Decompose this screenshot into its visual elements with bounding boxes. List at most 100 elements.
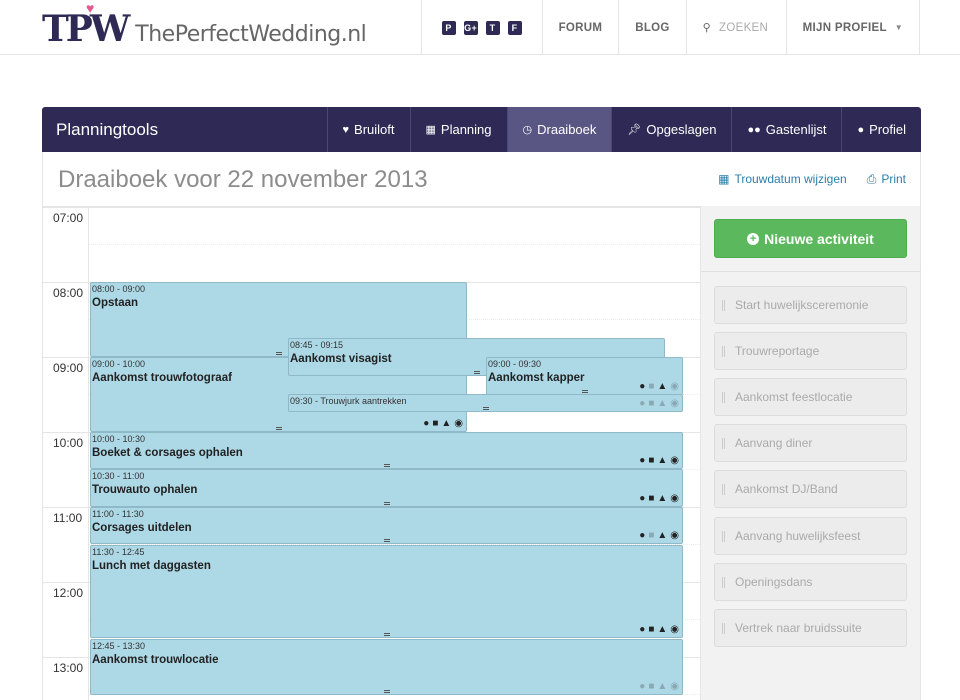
event-icons: ● ■ ▲ ◉ [639, 455, 679, 466]
user-icon[interactable]: ▲ [441, 418, 451, 429]
resize-handle[interactable] [384, 633, 390, 636]
event-icons: ● ■ ▲ ◉ [639, 530, 679, 541]
resize-handle[interactable] [384, 464, 390, 467]
user-icon[interactable]: ▲ [657, 493, 667, 504]
resize-handle[interactable] [384, 502, 390, 505]
event-name: Lunch met daggasten [92, 560, 211, 572]
print-link[interactable]: ⎙ Print [867, 172, 906, 187]
nav-my-profile[interactable]: MIJN PROFIEL ▼ [785, 0, 920, 55]
change-date-link[interactable]: ▦ Trouwdatum wijzigen [718, 172, 847, 187]
comment-icon[interactable]: ● [639, 455, 645, 466]
event-name: Corsages uitdelen [92, 522, 192, 534]
comment-icon[interactable]: ● [639, 493, 645, 504]
user-icon[interactable]: ▲ [657, 624, 667, 635]
location-icon[interactable]: ◉ [670, 455, 679, 466]
event-name: Aankomst trouwlocatie [92, 654, 219, 666]
resize-handle[interactable] [276, 427, 282, 430]
resize-handle[interactable] [384, 690, 390, 693]
tab-label: Draaiboek [537, 122, 597, 137]
briefcase-icon[interactable]: ■ [648, 381, 654, 392]
new-activity-button[interactable]: + Nieuwe activiteit [714, 219, 907, 258]
resize-handle[interactable] [582, 390, 588, 393]
event-name: Trouwauto ophalen [92, 484, 198, 496]
event-name: Aankomst visagist [290, 353, 392, 365]
briefcase-icon[interactable]: ■ [432, 418, 438, 429]
event-boeket-corsages[interactable]: 10:00 - 10:30 Boeket & corsages ophalen … [90, 432, 683, 469]
hour-label: 09:00 [53, 361, 84, 375]
user-icon[interactable]: ▲ [657, 381, 667, 392]
twitter-icon[interactable]: t [485, 20, 500, 35]
activity-item[interactable]: Start huwelijksceremonie [714, 286, 907, 324]
tab-bruiloft[interactable]: ♥ Bruiloft [326, 107, 410, 152]
activity-item[interactable]: Vertrek naar bruidssuite [714, 609, 907, 647]
tab-draaiboek[interactable]: ◷ Draaiboek [506, 107, 612, 152]
hour-label: 12:00 [53, 586, 84, 600]
tab-gastenlijst[interactable]: ●● Gastenlijst [731, 107, 841, 152]
pin-icon: 📌︎ [627, 124, 642, 136]
calendar-icon: ▦ [718, 172, 730, 186]
activity-item[interactable]: Trouwreportage [714, 332, 907, 370]
comment-icon[interactable]: ● [639, 530, 645, 541]
resize-handle[interactable] [384, 539, 390, 542]
activity-item[interactable]: Openingsdans [714, 563, 907, 601]
tab-opgeslagen[interactable]: 📌︎ Opgeslagen [611, 107, 731, 152]
event-trouwauto-ophalen[interactable]: 10:30 - 11:00 Trouwauto ophalen ● ■ ▲ ◉ [90, 469, 683, 507]
day-calendar[interactable]: 07:00 08:00 09:00 10:00 11:00 12:00 13:0… [42, 206, 701, 700]
search-input[interactable]: ⚲ ZOEKEN [685, 0, 786, 55]
activity-label: Aanvang diner [735, 436, 813, 450]
activity-label: Vertrek naar bruidssuite [735, 621, 862, 635]
activity-item[interactable]: Aankomst feestlocatie [714, 378, 907, 416]
google-plus-icon[interactable]: g+ [463, 20, 478, 35]
comment-icon[interactable]: ● [639, 681, 645, 692]
location-icon[interactable]: ◉ [670, 681, 679, 692]
user-icon[interactable]: ▲ [657, 455, 667, 466]
location-icon[interactable]: ◉ [670, 624, 679, 635]
location-icon[interactable]: ◉ [670, 381, 679, 392]
event-aankomst-kapper[interactable]: 09:00 - 09:30 Aankomst kapper ● ■ ▲ ◉ [486, 357, 683, 395]
nav-blog[interactable]: BLOG [618, 0, 685, 55]
activity-item[interactable]: Aankomst DJ/Band [714, 470, 907, 508]
comment-icon[interactable]: ● [423, 418, 429, 429]
event-trouwjurk-aantrekken[interactable]: 09:30 - Trouwjurk aantrekken ● ■ ▲ ◉ [288, 394, 683, 412]
user-icon[interactable]: ▲ [657, 681, 667, 692]
header-actions: ▦ Trouwdatum wijzigen ⎙ Print [718, 172, 906, 187]
tab-profiel[interactable]: ● Profiel [841, 107, 921, 152]
location-icon[interactable]: ◉ [670, 398, 679, 409]
pinterest-icon[interactable]: p [441, 20, 456, 35]
activity-item[interactable]: Aanvang diner [714, 424, 907, 462]
comment-icon[interactable]: ● [639, 624, 645, 635]
briefcase-icon[interactable]: ■ [648, 398, 654, 409]
comment-icon[interactable]: ● [639, 398, 645, 409]
heart-icon: ♥ [86, 0, 95, 16]
nav-forum[interactable]: FORUM [541, 0, 619, 55]
half-hour-line [89, 244, 700, 245]
briefcase-icon[interactable]: ■ [648, 493, 654, 504]
comment-icon[interactable]: ● [639, 381, 645, 392]
user-icon[interactable]: ▲ [657, 398, 667, 409]
tab-planning[interactable]: ▦ Planning [409, 107, 507, 152]
hour-label: 10:00 [53, 436, 84, 450]
drag-handle-icon [722, 391, 725, 403]
event-corsages-uitdelen[interactable]: 11:00 - 11:30 Corsages uitdelen ● ■ ▲ ◉ [90, 507, 683, 544]
tab-label: Planning [440, 122, 492, 137]
tab-label: Bruiloft [354, 122, 395, 137]
location-icon[interactable]: ◉ [670, 493, 679, 504]
activity-item[interactable]: Aanvang huwelijksfeest [714, 517, 907, 555]
briefcase-icon[interactable]: ■ [648, 681, 654, 692]
location-icon[interactable]: ◉ [454, 418, 463, 429]
location-icon[interactable]: ◉ [670, 530, 679, 541]
resize-handle[interactable] [474, 371, 480, 374]
event-aankomst-trouwlocatie[interactable]: 12:45 - 13:30 Aankomst trouwlocatie ● ■ … [90, 639, 683, 695]
resize-handle[interactable] [483, 407, 489, 410]
briefcase-icon[interactable]: ■ [648, 455, 654, 466]
briefcase-icon[interactable]: ■ [648, 624, 654, 635]
user-icon[interactable]: ▲ [657, 530, 667, 541]
event-time: 09:00 - 10:00 [92, 359, 146, 369]
facebook-icon[interactable]: f [507, 20, 522, 35]
event-name: Aankomst kapper [488, 372, 585, 384]
event-lunch-daggasten[interactable]: 11:30 - 12:45 Lunch met daggasten ● ■ ▲ … [90, 545, 683, 638]
resize-handle[interactable] [276, 352, 282, 355]
site-logo[interactable]: TPW ♥ ThePerfectWedding.nl [42, 0, 367, 52]
briefcase-icon[interactable]: ■ [648, 530, 654, 541]
event-name: Boeket & corsages ophalen [92, 447, 243, 459]
